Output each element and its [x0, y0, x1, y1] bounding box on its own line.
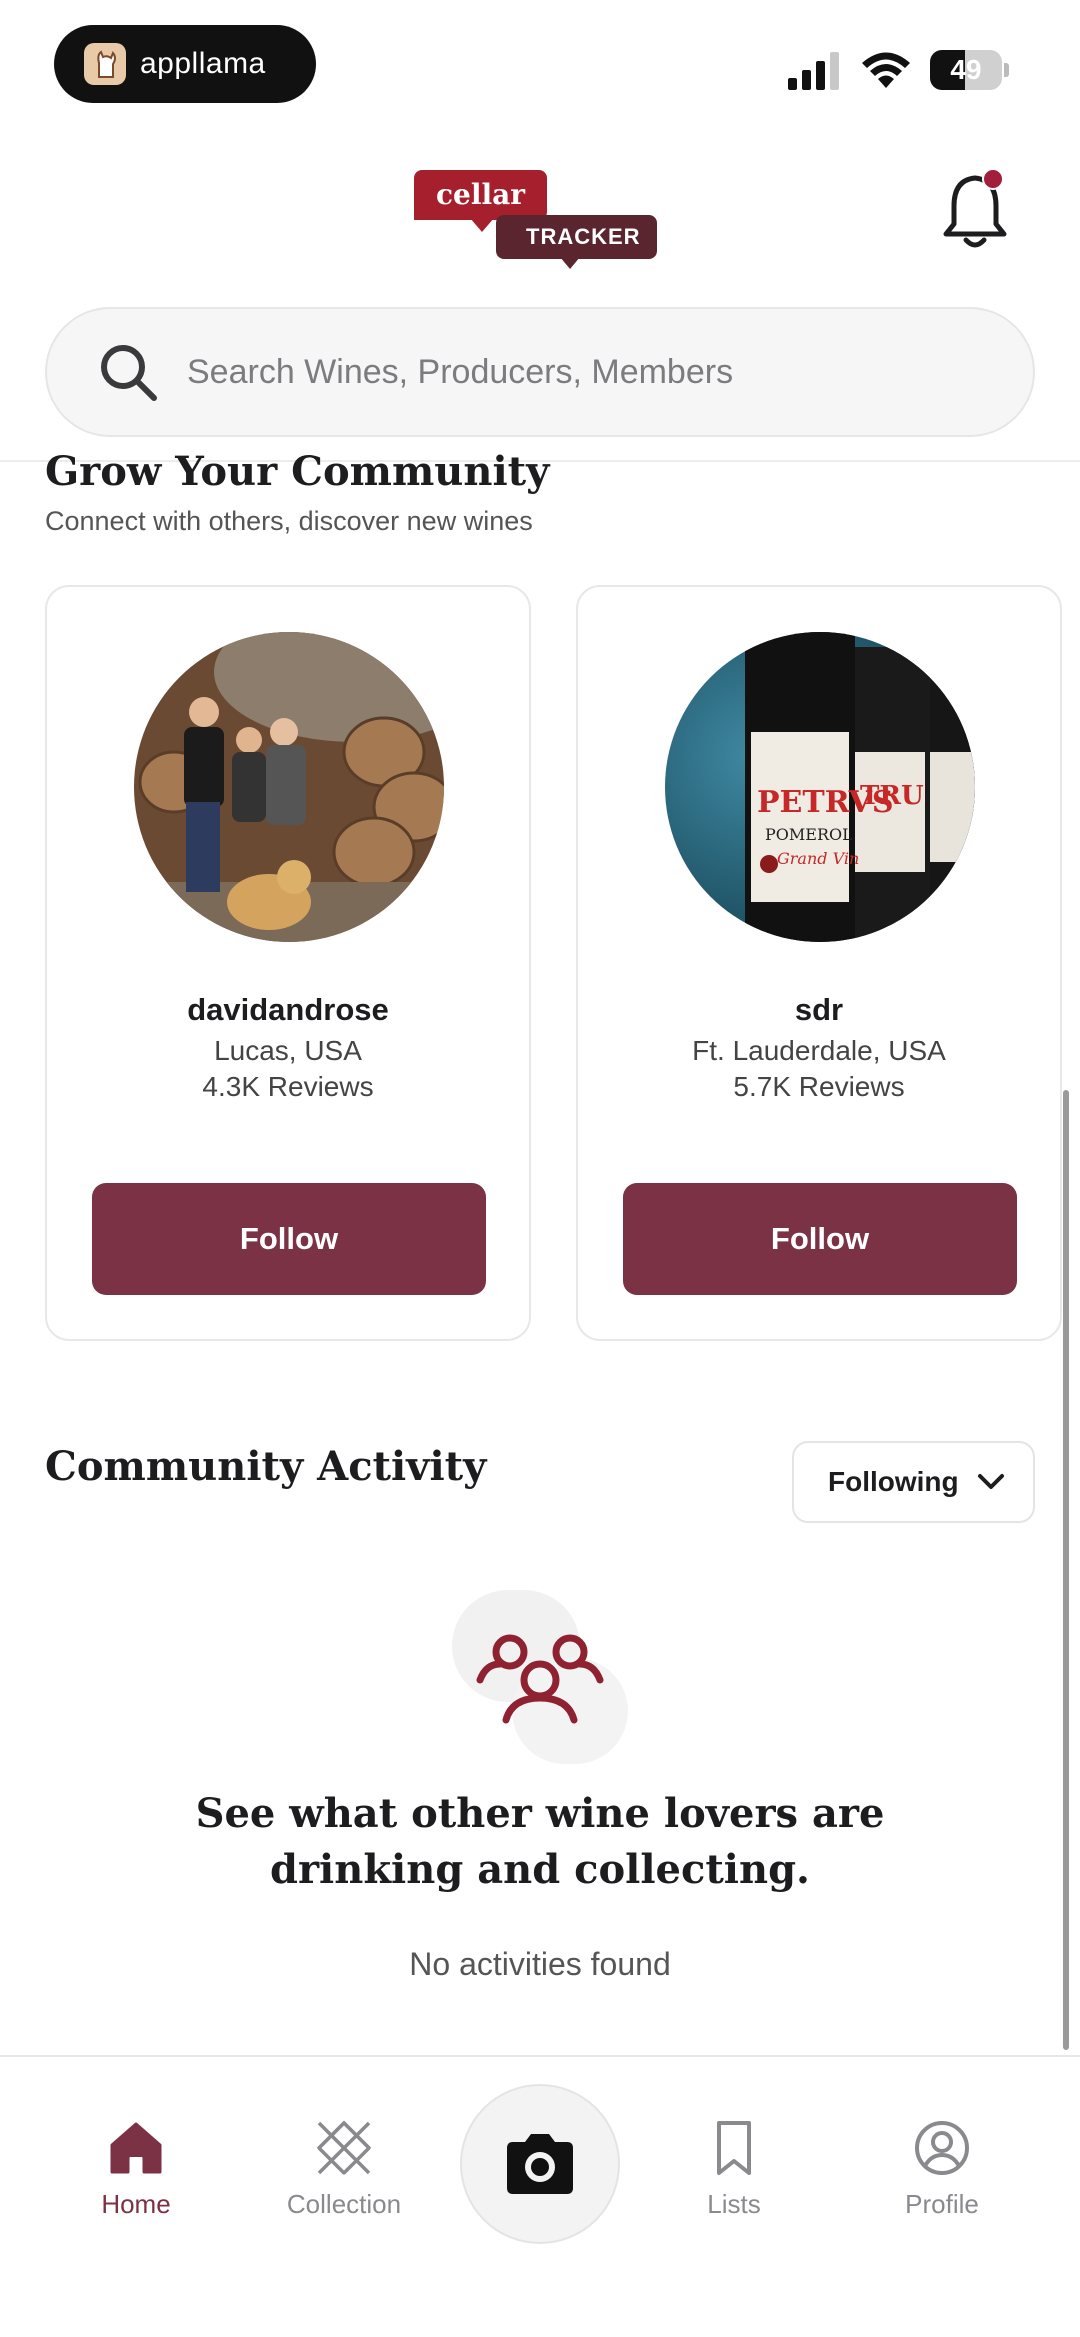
grow-community-subtitle: Connect with others, discover new wines	[45, 506, 533, 536]
chevron-down-icon	[977, 1474, 1004, 1489]
screen-recorder-pill[interactable]: appllama	[54, 25, 316, 103]
search-icon	[101, 345, 157, 401]
status-bar: appllama 49	[0, 0, 1080, 130]
svg-text:Grand Vin: Grand Vin	[777, 849, 859, 868]
recorder-app-name: appllama	[140, 47, 266, 80]
llama-icon	[84, 43, 126, 85]
nav-label-home: Home	[101, 2189, 171, 2219]
nav-label-collection: Collection	[286, 2189, 402, 2219]
app-header: cellar TRACKER	[0, 150, 1080, 280]
nav-item-collection[interactable]: Collection	[254, 2119, 434, 2229]
bottom-navigation: Home Collection Lists Profile	[0, 2055, 1080, 2337]
nav-item-lists[interactable]: Lists	[644, 2119, 824, 2229]
member-name[interactable]: davidandrose	[47, 992, 529, 1028]
notification-badge	[982, 168, 1004, 190]
follow-button[interactable]: Follow	[92, 1183, 486, 1295]
wine-rack-icon	[316, 2120, 372, 2175]
svg-text:POMEROL: POMEROL	[765, 825, 853, 844]
camera-icon	[507, 2134, 573, 2194]
member-card[interactable]: davidandrose Lucas, USA 4.3K Reviews Fol…	[45, 585, 531, 1341]
follow-button[interactable]: Follow	[623, 1183, 1017, 1295]
nav-item-home[interactable]: Home	[46, 2119, 226, 2229]
activity-filter-dropdown[interactable]: Following	[792, 1441, 1035, 1523]
cellartracker-logo[interactable]: cellar TRACKER	[410, 160, 670, 270]
logo-tracker-text: TRACKER	[496, 215, 657, 259]
nav-label-profile: Profile	[905, 2189, 979, 2219]
cellular-signal-icon	[788, 52, 839, 90]
member-location: Ft. Lauderdale, USA	[692, 1035, 946, 1066]
battery-level: 49	[950, 54, 982, 85]
avatar[interactable]	[134, 632, 444, 942]
camera-scan-button[interactable]	[460, 2084, 620, 2244]
nav-label-lists: Lists	[707, 2189, 761, 2219]
scrollbar[interactable]	[1063, 1090, 1069, 2050]
filter-selected-value: Following	[828, 1466, 959, 1497]
logo-cellar-text: cellar	[414, 170, 548, 220]
member-location: Lucas, USA	[214, 1035, 362, 1066]
member-card[interactable]: TRU PETRVS POMEROL Grand Vin sdr Ft. Lau…	[576, 585, 1062, 1341]
people-icon	[476, 1634, 604, 1724]
avatar[interactable]: TRU PETRVS POMEROL Grand Vin	[665, 632, 975, 942]
empty-state-message: No activities found	[409, 1946, 671, 1982]
grow-community-title: Grow Your Community	[45, 448, 550, 495]
svg-text:PETRVS: PETRVS	[757, 785, 894, 820]
bookmark-icon	[717, 2121, 751, 2175]
wifi-icon	[862, 52, 910, 88]
member-reviews: 4.3K Reviews	[202, 1071, 374, 1102]
battery-indicator: 49	[930, 50, 1009, 90]
member-reviews: 5.7K Reviews	[733, 1071, 905, 1102]
empty-state-heading: See what other wine lovers are drinking …	[195, 1790, 885, 1893]
search-input[interactable]: Search Wines, Producers, Members	[45, 307, 1035, 437]
home-icon	[110, 2122, 162, 2174]
notifications-button[interactable]	[938, 168, 1012, 252]
search-placeholder: Search Wines, Producers, Members	[187, 352, 734, 391]
empty-state-illustration	[450, 1588, 630, 1768]
nav-item-profile[interactable]: Profile	[852, 2119, 1032, 2229]
community-activity-title: Community Activity	[45, 1443, 487, 1490]
member-name[interactable]: sdr	[578, 992, 1060, 1028]
profile-icon	[915, 2121, 969, 2175]
